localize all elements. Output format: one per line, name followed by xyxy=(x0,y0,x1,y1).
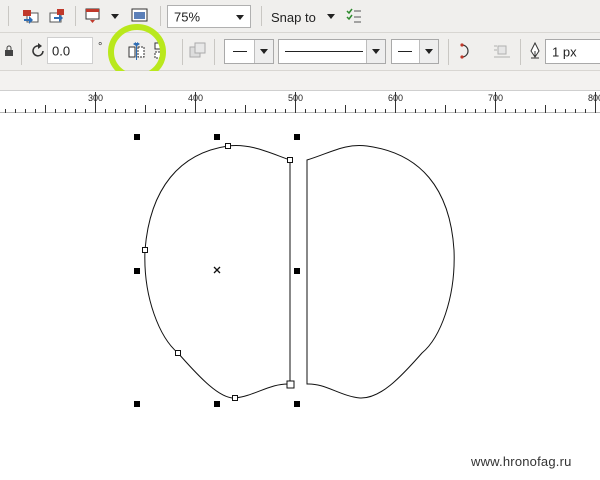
zoom-level-dropdown[interactable]: 75% xyxy=(167,5,251,28)
snap-options-icon[interactable] xyxy=(345,7,363,25)
toolbar-separator xyxy=(21,39,22,65)
selection-handle[interactable] xyxy=(294,401,300,407)
left-shape-curve[interactable] xyxy=(144,144,291,399)
wrap-text-icon[interactable] xyxy=(493,43,511,61)
selection-handle[interactable] xyxy=(134,268,140,274)
watermark: www.hronofag.ru xyxy=(471,454,572,469)
selection-handle[interactable] xyxy=(214,134,220,140)
right-shape-curve[interactable] xyxy=(306,144,455,399)
selection-handle[interactable] xyxy=(134,401,140,407)
start-arrowhead-dropdown[interactable] xyxy=(224,39,274,64)
convert-to-curves-icon[interactable] xyxy=(189,42,207,60)
toolbar-separator xyxy=(448,39,449,65)
horizontal-ruler[interactable]: 300 400 500 600 700 800 xyxy=(0,90,600,113)
degree-symbol: ° xyxy=(98,41,103,53)
toolbar-separator xyxy=(214,39,215,65)
chevron-down-icon xyxy=(372,49,380,54)
selection-handle[interactable] xyxy=(294,134,300,140)
dropdown-button[interactable] xyxy=(419,40,438,63)
ruler-label: 600 xyxy=(388,93,404,103)
chevron-down-icon[interactable] xyxy=(327,14,335,19)
toolbar-separator xyxy=(8,6,9,26)
toolbar-separator xyxy=(182,39,183,65)
chevron-down-icon xyxy=(260,49,268,54)
line-preview xyxy=(398,51,412,52)
dropdown-button[interactable] xyxy=(254,40,273,63)
chevron-down-icon[interactable] xyxy=(111,14,119,19)
ruler-label: 400 xyxy=(188,93,204,103)
curve-node[interactable] xyxy=(175,350,181,356)
application-launcher-icon[interactable] xyxy=(84,7,102,25)
chevron-down-icon xyxy=(425,49,433,54)
selection-handle[interactable] xyxy=(214,401,220,407)
outline-style-dropdown[interactable] xyxy=(278,39,386,64)
toolbar-separator xyxy=(75,6,76,26)
toolbar-separator xyxy=(261,6,262,26)
line-preview xyxy=(285,51,363,52)
toolbar-separator xyxy=(520,39,521,65)
export-icon[interactable] xyxy=(47,7,67,25)
ruler-label: 300 xyxy=(88,93,104,103)
outline-pen-icon xyxy=(530,42,540,59)
selection-handle[interactable] xyxy=(134,134,140,140)
rotate-icon xyxy=(32,43,44,57)
zoom-level-value: 75% xyxy=(174,9,201,24)
snap-to-button[interactable]: Snap to xyxy=(271,10,316,25)
outline-width-value: 1 px xyxy=(552,44,577,59)
ruler-label: 700 xyxy=(488,93,504,103)
toolbar-spacer xyxy=(0,71,600,90)
import-icon[interactable] xyxy=(21,7,41,25)
curve-node[interactable] xyxy=(232,395,238,401)
curve-node[interactable] xyxy=(287,157,293,163)
end-arrowhead-dropdown[interactable] xyxy=(391,39,439,64)
selection-handle[interactable] xyxy=(294,268,300,274)
lock-icon[interactable] xyxy=(4,45,14,57)
rotation-angle-field[interactable]: 0.0 xyxy=(47,37,93,64)
rotation-angle-value: 0.0 xyxy=(52,43,71,58)
rotation-center-icon[interactable] xyxy=(213,266,221,274)
curve-node[interactable] xyxy=(286,380,295,389)
outline-width-field[interactable]: 1 px xyxy=(545,39,600,64)
close-curve-icon[interactable] xyxy=(458,43,472,59)
ruler-label: 500 xyxy=(288,93,304,103)
dropdown-button[interactable] xyxy=(366,40,385,63)
ruler-label: 800 xyxy=(588,93,600,103)
property-bar: 0.0 ° 1 px xyxy=(0,33,600,71)
curve-node[interactable] xyxy=(142,247,148,253)
line-preview xyxy=(233,51,247,52)
drawing-canvas[interactable] xyxy=(0,113,600,480)
standard-toolbar: 75% Snap to xyxy=(0,0,600,33)
curve-node[interactable] xyxy=(225,143,231,149)
chevron-down-icon[interactable] xyxy=(236,15,244,20)
